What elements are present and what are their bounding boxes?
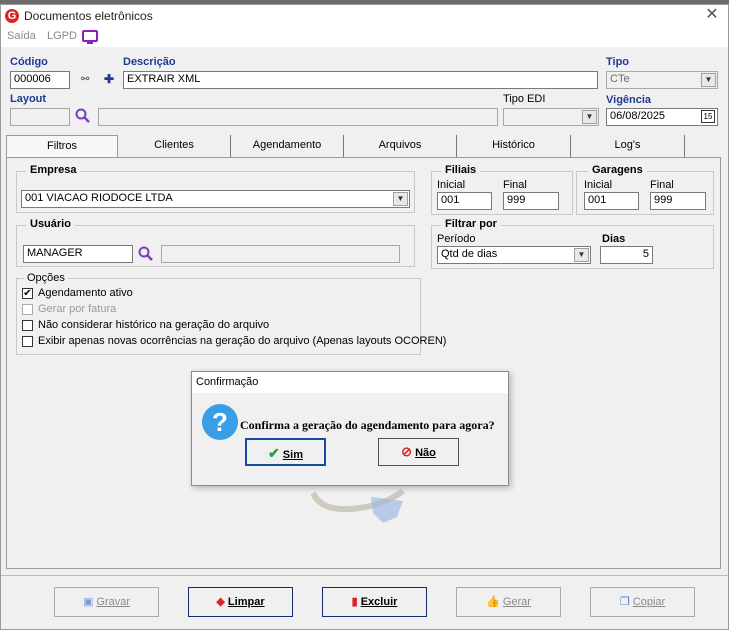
garagens-final-label: Final — [650, 179, 674, 191]
excluir-label: Excluir — [360, 596, 398, 608]
menu-item-saida[interactable]: Saída — [7, 30, 36, 42]
tipo-value: CTe — [610, 73, 630, 85]
layout-description-field — [98, 108, 498, 126]
filiais-final-field[interactable]: 999 — [503, 192, 559, 210]
tab-clientes[interactable]: Clientes — [118, 135, 231, 157]
usuario-title: Usuário — [26, 218, 75, 230]
periodo-label: Período — [437, 233, 476, 245]
gerar-label: Gerar — [502, 596, 531, 608]
chevron-down-icon[interactable]: ▼ — [582, 110, 597, 124]
gravar-button[interactable]: ▣ Gravar — [54, 587, 159, 617]
tab-arquivos[interactable]: Arquivos — [344, 135, 457, 157]
periodo-select[interactable]: Qtd de dias ▼ — [437, 246, 591, 264]
garagens-final-field[interactable]: 999 — [650, 192, 706, 210]
tab-logs[interactable]: Log's — [571, 135, 685, 157]
search-icon[interactable] — [138, 246, 154, 262]
periodo-value: Qtd de dias — [441, 248, 498, 260]
limpar-label: Limpar — [227, 596, 265, 608]
window-title: Documentos eletrônicos — [24, 9, 153, 23]
descricao-field[interactable]: EXTRAIR XML — [123, 71, 598, 89]
copy-icon: ❐ — [619, 596, 630, 608]
nao-button[interactable]: ⊘ Não — [378, 438, 459, 466]
chevron-down-icon[interactable]: ▼ — [574, 248, 589, 262]
question-icon: ? — [202, 404, 238, 440]
garagens-inicial-field[interactable]: 001 — [584, 192, 639, 210]
codigo-label: Código — [10, 56, 48, 68]
tab-agendamento[interactable]: Agendamento — [231, 135, 344, 157]
plus-icon[interactable]: ✚ — [104, 72, 114, 86]
binoculars-icon[interactable]: ⚯ — [81, 74, 89, 85]
gravar-label: Gravar — [96, 596, 131, 608]
chevron-down-icon[interactable]: ▼ — [701, 73, 716, 87]
vigencia-field[interactable]: 06/08/2025 15 — [606, 108, 718, 126]
layout-label: Layout — [10, 93, 47, 105]
header-form: Código 000006 ⚯ ✚ Descrição EXTRAIR XML … — [1, 47, 728, 133]
empresa-select[interactable]: 001 VIACAO RIODOCE LTDA ▼ — [21, 190, 410, 208]
save-icon: ▣ — [82, 596, 94, 608]
filiais-inicial-field[interactable]: 001 — [437, 192, 492, 210]
menu-item-lgpd[interactable]: LGPD — [47, 30, 77, 42]
codigo-field[interactable]: 000006 — [10, 71, 70, 89]
eraser-icon: ◆ — [216, 596, 225, 608]
copiar-button[interactable]: ❐ Copiar — [590, 587, 695, 617]
layout-field[interactable] — [10, 108, 70, 126]
exibir-novas-ocorrencias-checkbox[interactable] — [22, 336, 33, 347]
app-logo-icon: G — [5, 9, 19, 23]
nao-label: Não — [415, 447, 436, 459]
empresa-value: 001 VIACAO RIODOCE LTDA — [25, 192, 173, 204]
sim-button[interactable]: ✔ Sim — [245, 438, 326, 466]
search-icon[interactable] — [75, 108, 91, 124]
chevron-down-icon[interactable]: ▼ — [393, 192, 408, 206]
vigencia-value: 06/08/2025 — [610, 110, 666, 122]
tipo-label: Tipo — [606, 56, 630, 68]
dias-field[interactable]: 5 — [600, 246, 653, 264]
excluir-button[interactable]: ▮ Excluir — [322, 587, 427, 617]
tab-filtros[interactable]: Filtros — [6, 135, 118, 157]
usuario-description-field — [161, 245, 400, 263]
filiais-inicial-label: Inicial — [437, 179, 466, 191]
sim-label: Sim — [282, 449, 303, 461]
filtrar-title: Filtrar por — [441, 218, 501, 230]
title-bar: G Documentos eletrônicos ✕ — [1, 5, 728, 27]
nao-considerar-historico-label: Não considerar histórico na geração do a… — [38, 319, 270, 331]
gerar-button[interactable]: 👍 Gerar — [456, 587, 561, 617]
agendamento-ativo-label: Agendamento ativo — [38, 287, 133, 299]
no-entry-icon: ⊘ — [401, 444, 413, 459]
main-window: G Documentos eletrônicos ✕ Saída LGPD Có… — [0, 4, 729, 630]
trash-icon: ▮ — [351, 596, 358, 608]
tab-bar: Filtros Clientes Agendamento Arquivos Hi… — [6, 135, 721, 158]
dias-label: Dias — [602, 233, 626, 245]
tipo-edi-select[interactable]: ▼ — [503, 108, 599, 126]
action-bar: ▣ Gravar ◆ Limpar ▮ Excluir 👍 Gerar ❐ Co… — [1, 575, 728, 629]
gerar-por-fatura-checkbox[interactable] — [22, 304, 33, 315]
thumbs-up-icon: 👍 — [486, 596, 500, 608]
tab-historico[interactable]: Histórico — [457, 135, 571, 157]
opcoes-title: Opções — [24, 272, 68, 284]
tipo-select[interactable]: CTe ▼ — [606, 71, 718, 89]
check-icon: ✔ — [268, 445, 280, 461]
nao-considerar-historico-checkbox[interactable] — [22, 320, 33, 331]
descricao-label: Descrição — [123, 56, 176, 68]
menu-bar: Saída LGPD — [1, 27, 728, 47]
vigencia-label: Vigência — [606, 94, 652, 106]
watermark-logo — [311, 488, 405, 523]
tipo-edi-label: Tipo EDI — [503, 93, 546, 105]
garagens-title: Garagens — [588, 164, 647, 176]
filiais-final-label: Final — [503, 179, 527, 191]
gerar-por-fatura-label: Gerar por fatura — [38, 303, 117, 315]
filiais-title: Filiais — [441, 164, 481, 176]
dialog-message: Confirma a geração do agendamento para a… — [240, 418, 495, 432]
agendamento-ativo-checkbox[interactable]: ✔ — [22, 288, 33, 299]
confirmation-dialog: Confirmação ? Confirma a geração do agen… — [191, 371, 509, 486]
limpar-button[interactable]: ◆ Limpar — [188, 587, 293, 617]
empresa-title: Empresa — [26, 164, 81, 176]
dialog-title: Confirmação — [192, 372, 508, 393]
monitor-icon[interactable] — [82, 30, 98, 44]
calendar-icon[interactable]: 15 — [701, 110, 715, 123]
copiar-label: Copiar — [632, 596, 666, 608]
exibir-novas-ocorrencias-label: Exibir apenas novas ocorrências na geraç… — [38, 335, 447, 347]
close-icon[interactable]: ✕ — [703, 6, 721, 24]
garagens-inicial-label: Inicial — [584, 179, 613, 191]
usuario-field[interactable]: MANAGER — [23, 245, 133, 263]
